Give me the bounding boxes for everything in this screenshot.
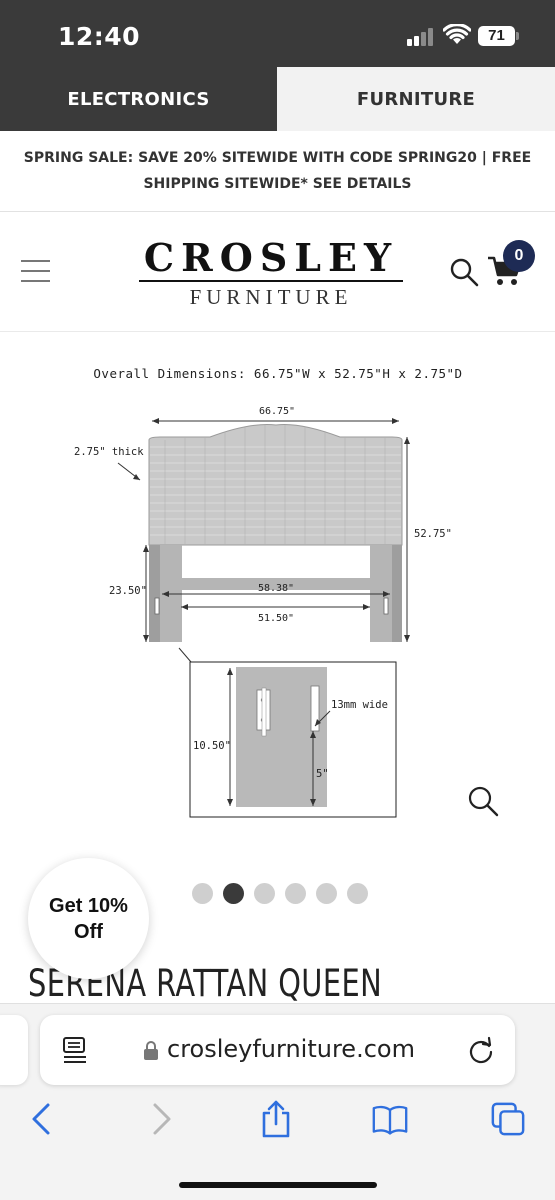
previous-tab-card[interactable] [0,1015,28,1085]
carousel-dot[interactable] [192,883,213,904]
carousel-dot[interactable] [285,883,306,904]
store-tabs: ELECTRONICS FURNITURE [0,67,555,131]
search-icon[interactable] [449,257,479,287]
discount-popup-button[interactable]: Get 10% Off [28,858,149,979]
battery-tip [516,32,519,40]
leg-height-label: 23.50" [109,585,147,597]
reload-icon[interactable] [467,1036,495,1064]
logo-main-text: CROSLEY [143,235,399,280]
inner-width-label: 58.38" [258,583,294,594]
tabs-icon[interactable] [490,1100,526,1138]
carousel-dot[interactable] [347,883,368,904]
width-label: 66.75" [259,406,295,417]
lock-icon [144,1041,158,1060]
zoom-icon[interactable] [466,784,500,818]
back-icon[interactable] [24,1100,60,1138]
page-menu-icon[interactable] [62,1036,88,1064]
carousel-dot-active[interactable] [223,883,244,904]
promo-banner[interactable]: SPRING SALE: SAVE 20% SITEWIDE WITH CODE… [0,131,555,212]
tab-electronics[interactable]: ELECTRONICS [0,67,277,131]
slot-width-label: 13mm wide [331,699,388,711]
thickness-label: 2.75" thick [74,446,144,458]
cellular-signal-icon [407,28,435,46]
menu-icon[interactable] [21,260,50,282]
carousel-dot[interactable] [316,883,337,904]
overall-dimensions-text: Overall Dimensions: 66.75"W x 52.75"H x … [93,366,462,381]
height-label: 52.75" [414,528,452,540]
home-indicator [179,1182,377,1188]
base-width-label: 51.50" [258,613,294,624]
cart-count-badge[interactable]: 0 [503,240,535,272]
url-text[interactable]: crosleyfurniture.com [167,1035,415,1063]
status-bar: 12:40 71 [0,0,555,67]
image-carousel-dots [192,883,368,905]
crosley-logo[interactable]: CROSLEY FURNITURE [137,238,405,310]
wifi-icon [443,24,471,44]
detail-height-label: 10.50" [193,740,231,752]
battery-icon: 71 [478,26,515,46]
product-dimension-diagram[interactable]: Overall Dimensions: 66.75"W x 52.75"H x … [0,340,555,840]
carousel-dot[interactable] [254,883,275,904]
slot-depth-label: 5" [316,768,329,780]
forward-icon[interactable] [143,1100,179,1138]
discount-line-2: Off [74,920,103,943]
share-icon[interactable] [258,1100,294,1138]
discount-line-1: Get 10% [49,894,128,917]
logo-divider [139,280,403,282]
status-time: 12:40 [58,22,141,51]
bookmarks-icon[interactable] [372,1100,408,1138]
logo-sub-text: FURNITURE [189,285,353,309]
tab-furniture[interactable]: FURNITURE [277,67,555,131]
